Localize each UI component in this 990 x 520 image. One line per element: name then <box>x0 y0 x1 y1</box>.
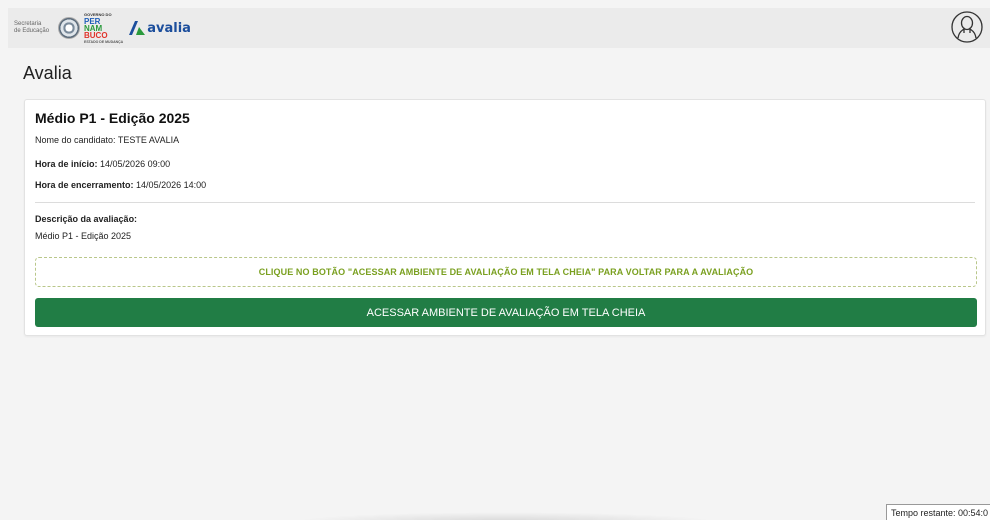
exam-card: Médio P1 - Edição 2025 Nome do candidato… <box>24 99 986 336</box>
end-time-line: Hora de encerramento: 14/05/2026 14:00 <box>35 180 207 190</box>
user-outline-icon[interactable] <box>950 10 984 44</box>
bottom-shadow <box>290 512 720 520</box>
avalia-mark-icon <box>129 21 146 35</box>
time-remaining: Tempo restante: 00:54:0 <box>886 504 990 520</box>
description-label: Descrição da avaliação: <box>35 214 138 224</box>
description-value: Médio P1 - Edição 2025 <box>35 231 132 241</box>
candidate-line: Nome do candidato: TESTE AVALIA <box>35 135 180 145</box>
seal-icon <box>58 17 80 39</box>
pernambuco-logo: GOVERNO DO PER NAM BUCO ESTADO DE MUDANÇ… <box>84 11 124 44</box>
secretaria-label: Secretaria de Educação <box>14 21 50 34</box>
enter-fullscreen-button[interactable]: ACESSAR AMBIENTE DE AVALIAÇÃO EM TELA CH… <box>35 298 977 327</box>
start-time-line: Hora de início: 14/05/2026 09:00 <box>35 159 171 169</box>
divider <box>35 202 975 203</box>
header-logos: Secretaria de Educação GOVERNO DO PER NA… <box>14 11 191 46</box>
exam-title: Médio P1 - Edição 2025 <box>35 110 190 126</box>
avalia-logo: avalia <box>129 21 191 36</box>
page-title: Avalia <box>23 63 72 83</box>
fullscreen-notice: CLIQUE NO BOTÃO "ACESSAR AMBIENTE DE AVA… <box>35 257 977 287</box>
top-bar: Secretaria de Educação GOVERNO DO PER NA… <box>8 8 990 48</box>
